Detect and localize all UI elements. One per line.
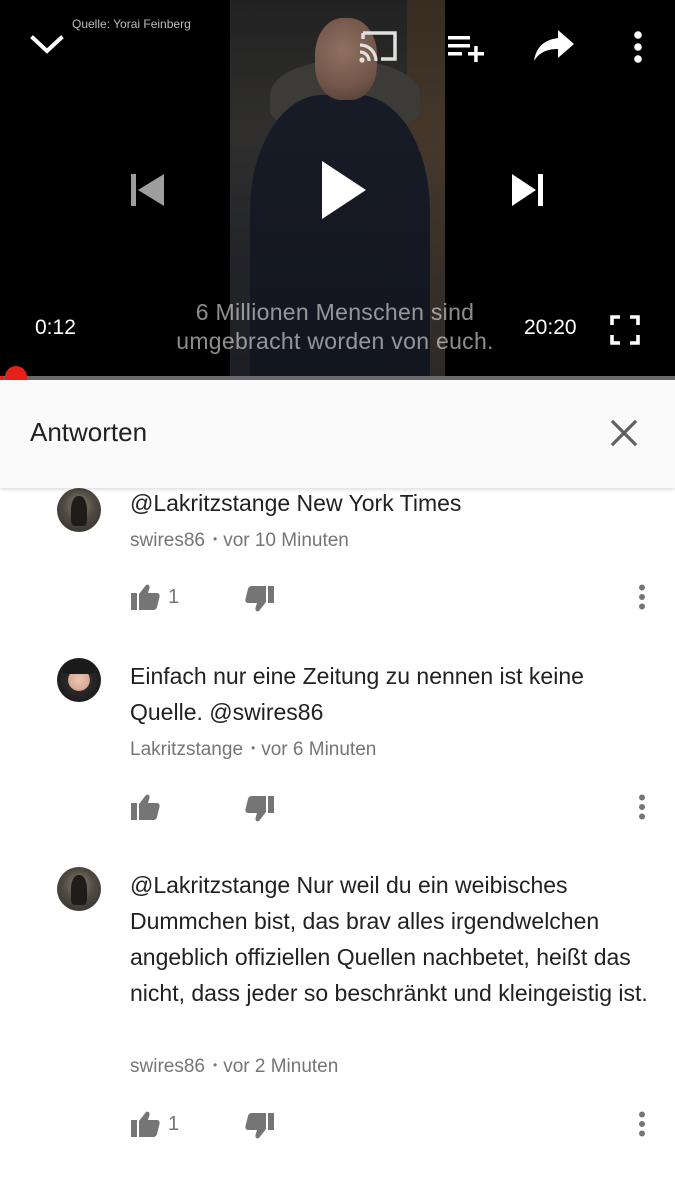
like-count: 1 — [168, 586, 180, 608]
thumbs-down-icon[interactable] — [243, 792, 277, 826]
replies-list: @Lakritzstange New York Times swires86 • v… — [0, 488, 675, 1200]
comment-author[interactable]: Lakritzstange — [130, 739, 243, 760]
comment-author[interactable]: swires86 — [130, 1056, 205, 1077]
source-caption: Quelle: Yorai Feinberg — [72, 17, 191, 31]
thumbs-down-icon[interactable] — [243, 1109, 277, 1143]
avatar[interactable] — [57, 658, 101, 702]
meta-separator: • — [212, 1058, 218, 1072]
comment-meta: Lakritzstange • vor 6 Minuten — [130, 739, 376, 761]
comment-meta: swires86 • vor 10 Minuten — [130, 530, 349, 552]
comment-actions — [0, 790, 675, 830]
add-to-playlist-icon[interactable] — [444, 28, 488, 66]
avatar[interactable] — [57, 488, 101, 532]
fullscreen-icon[interactable] — [606, 312, 644, 348]
video-subtitle: 6 Millionen Menschen sind umgebracht wor… — [150, 298, 520, 356]
chevron-down-icon[interactable] — [26, 26, 68, 64]
close-icon[interactable] — [604, 413, 644, 453]
replies-title: Antworten — [30, 417, 148, 447]
thumbs-up-icon[interactable] — [128, 1107, 162, 1141]
total-time: 20:20 — [524, 316, 577, 339]
comment-author[interactable]: swires86 — [130, 530, 205, 551]
cast-icon[interactable] — [356, 28, 402, 66]
thumbs-up-icon[interactable] — [128, 580, 162, 614]
current-time: 0:12 — [35, 316, 76, 339]
comment-text: Einfach nur eine Zeitung zu nennen ist k… — [130, 663, 584, 725]
subtitle-line-2: umgebracht worden von euch. — [176, 328, 494, 354]
avatar[interactable] — [57, 867, 101, 911]
thumbs-down-icon[interactable] — [243, 582, 277, 616]
more-vert-icon[interactable] — [628, 790, 656, 824]
comment-time: vor 10 Minuten — [223, 530, 349, 551]
share-icon[interactable] — [530, 24, 578, 66]
like-count: 1 — [168, 1113, 180, 1135]
meta-separator: • — [212, 532, 218, 546]
replies-header: Antworten — [0, 380, 675, 488]
more-vert-icon[interactable] — [628, 1107, 656, 1141]
previous-icon[interactable] — [124, 168, 168, 212]
comment-text: @Lakritzstange New York Times — [130, 490, 462, 516]
comment-meta: swires86 • vor 2 Minuten — [130, 1056, 338, 1078]
comment-actions: 1 — [0, 1107, 675, 1147]
more-vert-icon[interactable] — [628, 580, 656, 614]
subtitle-line-1: 6 Millionen Menschen sind — [195, 299, 475, 325]
play-icon[interactable] — [312, 156, 372, 224]
next-icon[interactable] — [506, 168, 550, 212]
comment-actions: 1 — [0, 580, 675, 620]
thumbs-up-icon[interactable] — [128, 790, 162, 824]
video-player[interactable]: Quelle: Yorai Feinberg 6 Millionen Mensc… — [0, 0, 675, 378]
comment-time: vor 6 Minuten — [261, 739, 377, 760]
comment-time: vor 2 Minuten — [223, 1056, 339, 1077]
more-vert-icon[interactable] — [624, 26, 652, 68]
meta-separator: • — [251, 741, 256, 755]
comment-text: @Lakritzstange Nur weil du ein weibische… — [130, 872, 648, 1006]
